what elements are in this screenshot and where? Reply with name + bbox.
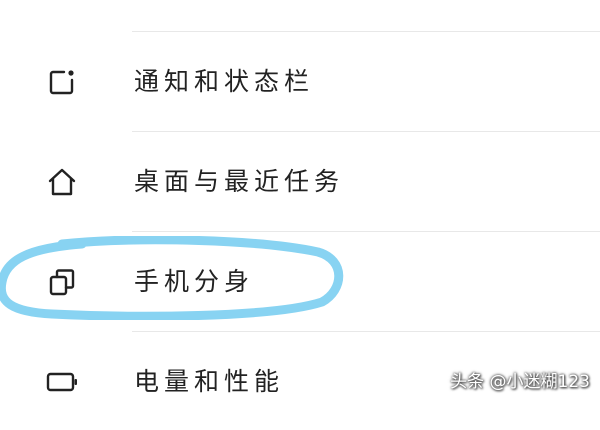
settings-item-app-clone[interactable]: 手机分身 xyxy=(0,234,600,330)
clone-icon xyxy=(44,264,80,300)
divider xyxy=(132,331,600,332)
divider xyxy=(132,31,600,32)
settings-item-label: 桌面与最近任务 xyxy=(134,167,345,196)
watermark-text: 头条 @小迷糊123 xyxy=(450,372,590,392)
settings-item-notifications[interactable]: 通知和状态栏 xyxy=(0,34,600,130)
settings-item-home-recents[interactable]: 桌面与最近任务 xyxy=(0,134,600,230)
battery-icon xyxy=(44,364,80,400)
divider xyxy=(132,131,600,132)
settings-item-label: 通知和状态栏 xyxy=(134,67,315,96)
settings-screen: 通知和状态栏 桌面与最近任务 手机分身 电量和性能 头条 @小迷糊123 xyxy=(0,0,600,400)
notification-dot-icon xyxy=(44,64,80,100)
divider xyxy=(132,231,600,232)
home-icon xyxy=(44,164,80,200)
settings-item-label: 手机分身 xyxy=(134,267,255,296)
settings-item-label: 电量和性能 xyxy=(134,367,285,396)
